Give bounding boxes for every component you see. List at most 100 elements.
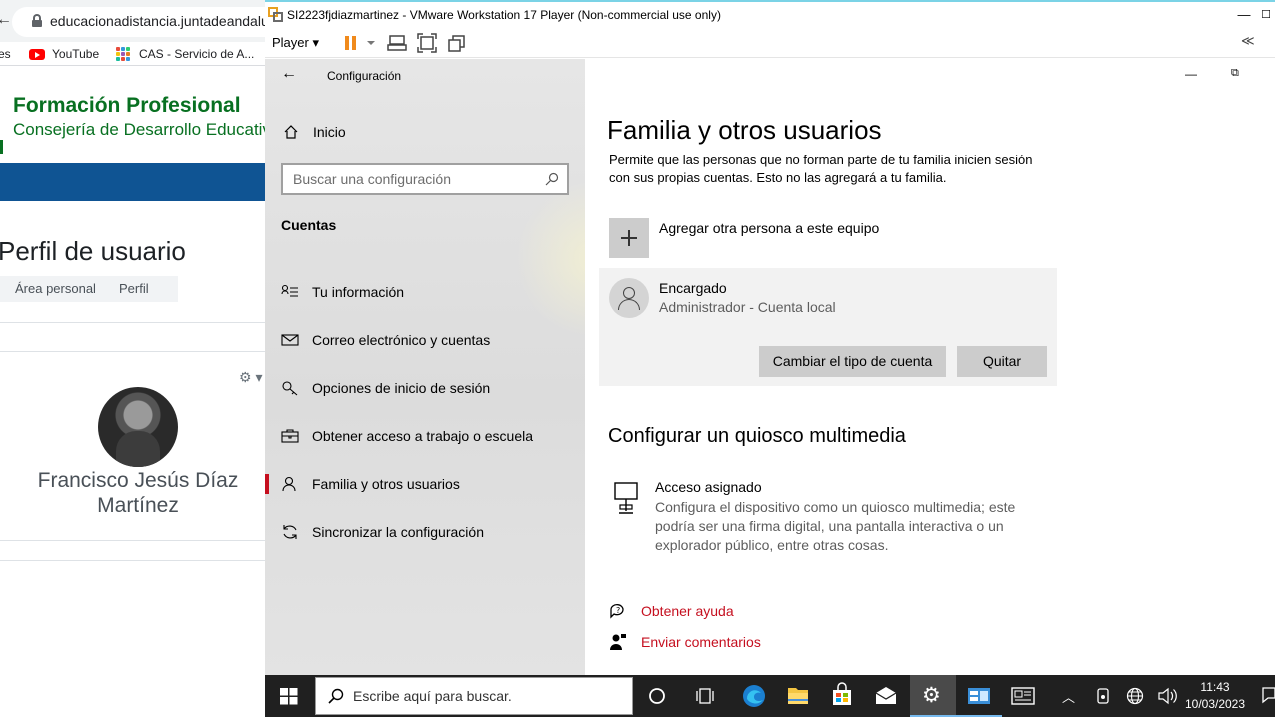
- kiosk-section-title: Configurar un quiosco multimedia: [608, 425, 906, 447]
- task-view-icon[interactable]: [695, 675, 715, 717]
- window-title: SI2223fjdiazmartinez - VMware Workstatio…: [287, 8, 721, 22]
- nav-item-label: Sincronizar la configuración: [312, 524, 484, 540]
- clock-time: 11:43: [1200, 680, 1230, 694]
- send-feedback-link[interactable]: Enviar comentarios: [641, 634, 761, 650]
- background-browser: ← educacionadistancia.juntadeandalucia.e…: [0, 0, 266, 717]
- taskbar-settings-button[interactable]: ⚙: [910, 675, 956, 717]
- add-person-button[interactable]: Agregar otra persona a este equipo: [659, 220, 879, 236]
- home-icon: [284, 125, 298, 139]
- divider: [0, 322, 266, 323]
- minimize-icon[interactable]: —: [1185, 67, 1197, 81]
- page-description: Permite que las personas que no forman p…: [609, 152, 1033, 185]
- person-icon: [282, 476, 296, 492]
- lock-icon[interactable]: [32, 14, 42, 27]
- cortana-icon[interactable]: [648, 675, 666, 717]
- account-card[interactable]: Encargado Administrador - Cuenta local C…: [599, 268, 1057, 386]
- page-title: Familia y otros usuarios: [607, 115, 882, 145]
- nav-item-label: Correo electrónico y cuentas: [312, 332, 491, 348]
- divider: [0, 560, 266, 561]
- tray-overflow-icon[interactable]: ︿: [1062, 687, 1075, 706]
- divider: [0, 351, 266, 352]
- nav-item-familia[interactable]: Familia y otros usuarios: [265, 462, 585, 506]
- site-title: Formación Profesional: [13, 94, 241, 117]
- gear-icon: ⚙: [922, 684, 941, 707]
- guest-screen: ← Configuración Inicio Buscar una config…: [265, 59, 1275, 675]
- bookmark-partial[interactable]: es: [0, 47, 11, 61]
- nav-item-tu-informacion[interactable]: Tu información: [265, 270, 585, 314]
- get-help-link[interactable]: Obtener ayuda: [641, 603, 734, 619]
- feedback-icon: [610, 634, 626, 650]
- add-person-icon[interactable]: [609, 218, 649, 258]
- account-name: Encargado: [659, 280, 727, 296]
- nav-item-trabajo-escuela[interactable]: Obtener acceso a trabajo o escuela: [265, 414, 585, 458]
- gear-icon[interactable]: ⚙ ▾: [239, 369, 262, 386]
- taskbar-search-placeholder: Escribe aquí para buscar.: [353, 688, 512, 704]
- svg-text:?: ?: [616, 606, 620, 615]
- section-title: Cuentas: [281, 217, 337, 233]
- search-icon: [328, 688, 344, 704]
- maximize-icon[interactable]: ☐: [1251, 4, 1275, 26]
- unity-icon[interactable]: [447, 33, 467, 53]
- volume-icon[interactable]: [1157, 675, 1177, 717]
- bookmark-youtube[interactable]: YouTube: [52, 47, 99, 61]
- logo-mark: [0, 140, 3, 154]
- vmware-titlebar: SI2223fjdiazmartinez - VMware Workstatio…: [265, 2, 1275, 28]
- settings-search-input[interactable]: Buscar una configuración: [281, 163, 569, 195]
- mail-icon[interactable]: [874, 675, 898, 717]
- settings-app-title: Configuración: [327, 69, 402, 83]
- url-text[interactable]: educacionadistancia.juntadeandalucia.es: [50, 13, 266, 29]
- remove-account-button[interactable]: Quitar: [957, 346, 1047, 377]
- breadcrumb-profile[interactable]: Perfil: [104, 276, 178, 302]
- send-ctrl-alt-del-icon[interactable]: [387, 33, 407, 53]
- avatar: [98, 387, 178, 467]
- nav-item-inicio-sesion[interactable]: Opciones de inicio de sesión: [265, 366, 585, 410]
- player-menu[interactable]: Player ▾: [272, 35, 319, 51]
- file-explorer-icon[interactable]: [786, 675, 810, 717]
- nav-item-label: Familia y otros usuarios: [312, 476, 460, 492]
- news-icon[interactable]: [1010, 675, 1036, 717]
- pause-icon[interactable]: [343, 33, 377, 53]
- control-panel-icon: [968, 688, 990, 704]
- device-icon[interactable]: [1095, 675, 1111, 717]
- sync-icon: [283, 525, 297, 539]
- store-icon[interactable]: [830, 675, 854, 717]
- youtube-icon: [29, 49, 45, 60]
- network-icon[interactable]: [1126, 675, 1144, 717]
- nav-item-sincronizar[interactable]: Sincronizar la configuración: [265, 510, 585, 554]
- nav-item-label: Tu información: [312, 284, 405, 300]
- clock-date: 10/03/2023: [1184, 697, 1246, 711]
- account-avatar-icon: [609, 278, 649, 318]
- settings-content: — ⧉ Familia y otros usuarios Permite que…: [585, 59, 1275, 675]
- notifications-icon[interactable]: [1261, 675, 1275, 717]
- nav-item-label: Obtener acceso a trabajo o escuela: [312, 428, 534, 444]
- vmware-window: SI2223fjdiazmartinez - VMware Workstatio…: [265, 0, 1275, 717]
- vmware-icon: [268, 7, 283, 22]
- taskbar-app-button[interactable]: [956, 675, 1002, 717]
- assigned-access-link[interactable]: Acceso asignado: [655, 479, 762, 495]
- help-icon: ?: [610, 604, 624, 619]
- nav-item-correo[interactable]: Correo electrónico y cuentas: [265, 318, 585, 362]
- settings-nav: ← Configuración Inicio Buscar una config…: [265, 59, 675, 675]
- start-icon[interactable]: [279, 675, 299, 717]
- back-arrow-icon[interactable]: ←: [281, 65, 297, 83]
- assigned-access-description: Configura el dispositivo como un quiosco…: [655, 499, 1016, 553]
- edge-icon[interactable]: [741, 675, 767, 717]
- fullscreen-icon[interactable]: [417, 33, 437, 53]
- page-title: Perfil de usuario: [0, 236, 186, 266]
- kiosk-icon: [614, 482, 638, 514]
- taskbar-search-input[interactable]: Escribe aquí para buscar.: [315, 677, 633, 715]
- restore-icon[interactable]: ⧉: [1231, 67, 1239, 80]
- collapse-toolbar-icon[interactable]: ≪: [1241, 33, 1255, 49]
- change-account-type-button[interactable]: Cambiar el tipo de cuenta: [759, 346, 946, 377]
- search-placeholder: Buscar una configuración: [293, 171, 451, 187]
- navbar: [0, 163, 266, 201]
- address-bar: ← educacionadistancia.juntadeandalucia.e…: [0, 0, 266, 42]
- divider: [0, 540, 266, 541]
- nav-item-label: Opciones de inicio de sesión: [312, 380, 491, 396]
- clock[interactable]: 11:43 10/03/2023: [1180, 679, 1250, 713]
- breadcrumb-home[interactable]: Área personal: [0, 276, 106, 302]
- taskbar: Escribe aquí para buscar. ⚙ ︿ 11:43 10/0…: [265, 675, 1275, 717]
- bookmark-cas[interactable]: CAS - Servicio de A...: [139, 47, 254, 61]
- briefcase-icon: [281, 429, 299, 443]
- back-arrow-icon[interactable]: ←: [0, 11, 12, 29]
